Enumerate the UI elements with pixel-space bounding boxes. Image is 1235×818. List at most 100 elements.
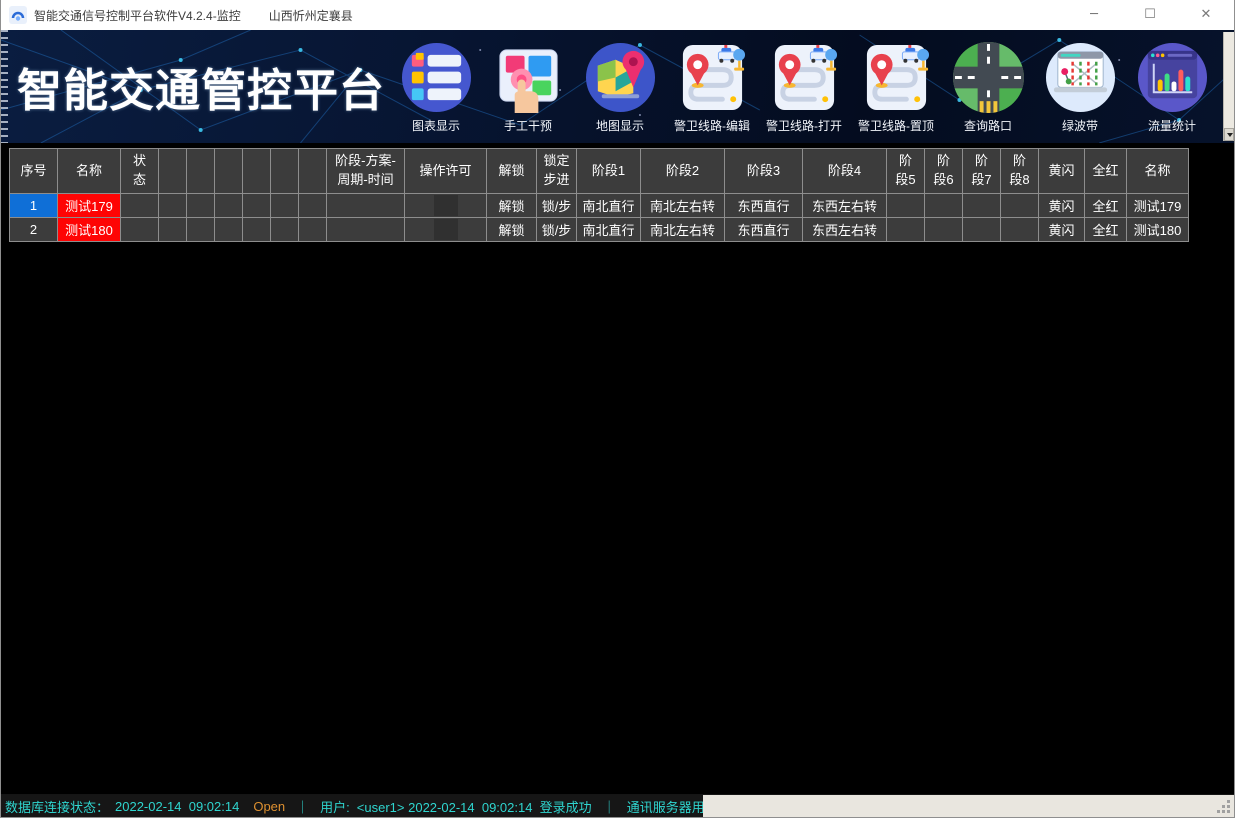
tool-chart-display[interactable]: 图表显示 (390, 42, 482, 134)
tool-map-display[interactable]: 地图显示 (574, 42, 666, 134)
db-status-label: 数据库连接状态： (5, 797, 109, 816)
db-status-time: 2022-02-14 09:02:14 (115, 799, 239, 814)
titlebar: 智能交通信号控制平台软件V4.2.4-监控 山西忻州定襄县 ─ ☐ ✕ (1, 0, 1234, 30)
stage1-cell: 南北直行 (577, 194, 641, 218)
stage2-cell: 南北左右转 (641, 194, 725, 218)
close-button[interactable]: ✕ (1178, 0, 1234, 30)
guard-route-top-icon (861, 42, 932, 113)
col-empty (159, 149, 187, 194)
stage3-cell: 东西直行 (725, 194, 803, 218)
app-icon (9, 6, 27, 24)
platform-brand: 智能交通管控平台 (1, 54, 385, 119)
toolbar-scrollbar[interactable] (1223, 32, 1234, 141)
permit-indicator (434, 195, 458, 216)
status-cell (121, 218, 159, 242)
green-wave-icon (1045, 42, 1116, 113)
comm-server-label: 通讯服务器用户状态: (627, 797, 703, 816)
name2-cell: 测试180 (1127, 218, 1189, 242)
maximize-button[interactable]: ☐ (1122, 0, 1178, 30)
empty-cell (243, 218, 271, 242)
col-stage8: 阶 段8 (1001, 149, 1039, 194)
col-empty (187, 149, 215, 194)
application-window: 智能交通信号控制平台软件V4.2.4-监控 山西忻州定襄县 ─ ☐ ✕ (0, 0, 1235, 818)
tool-label: 图表显示 (412, 117, 460, 134)
tool-guard-route-top[interactable]: 警卫线路-置顶 (850, 42, 942, 134)
col-status: 状 态 (121, 149, 159, 194)
empty-cell (1001, 194, 1039, 218)
tool-guard-route-edit[interactable]: 警卫线路-编辑 (666, 42, 758, 134)
map-pin-icon (585, 42, 656, 113)
col-name: 名称 (58, 149, 121, 194)
table-row[interactable]: 2 测试180 解锁 锁/步 南北直行 南北左右转 东西直行 东西左右转 (10, 218, 1189, 242)
col-yellow-flash: 黄闪 (1039, 149, 1085, 194)
seq-cell-selected[interactable]: 1 (10, 194, 58, 218)
empty-cell (1001, 218, 1039, 242)
tool-green-wave[interactable]: 绿波带 (1034, 42, 1126, 134)
empty-cell (187, 218, 215, 242)
tool-manual-intervention[interactable]: 手工干预 (482, 42, 574, 134)
col-empty (271, 149, 299, 194)
empty-cell (925, 194, 963, 218)
tool-query-crossing[interactable]: 查询路口 (942, 42, 1034, 134)
permit-cell (405, 194, 487, 218)
unlock-cell[interactable]: 解锁 (487, 218, 537, 242)
window-title: 智能交通信号控制平台软件V4.2.4-监控 (34, 7, 241, 24)
col-lock-step: 锁定 步进 (537, 149, 577, 194)
empty-cell (299, 194, 327, 218)
lock-step-cell[interactable]: 锁/步 (537, 218, 577, 242)
permit-indicator (434, 219, 458, 240)
yellow-flash-cell[interactable]: 黄闪 (1039, 194, 1085, 218)
permit-cell (405, 218, 487, 242)
chart-list-icon (401, 42, 472, 113)
stage1-cell: 南北直行 (577, 218, 641, 242)
unlock-cell[interactable]: 解锁 (487, 194, 537, 218)
separator: ｜ (603, 797, 616, 816)
guard-route-open-icon (769, 42, 840, 113)
stage-plan-cell (327, 218, 405, 242)
empty-cell (243, 194, 271, 218)
seq-cell[interactable]: 2 (10, 218, 58, 242)
window-controls: ─ ☐ ✕ (1066, 0, 1234, 30)
stage2-cell: 南北左右转 (641, 218, 725, 242)
col-empty (299, 149, 327, 194)
empty-cell (887, 194, 925, 218)
tool-label: 流量统计 (1148, 117, 1196, 134)
tool-guard-route-open[interactable]: 警卫线路-打开 (758, 42, 850, 134)
name-cell[interactable]: 测试180 (58, 218, 121, 242)
resize-grip[interactable] (1227, 810, 1230, 813)
empty-cell (159, 218, 187, 242)
guard-route-edit-icon (677, 42, 748, 113)
col-stage3: 阶段3 (725, 149, 803, 194)
hand-touch-icon (493, 42, 564, 113)
tool-label: 手工干预 (504, 117, 552, 134)
stage4-cell: 东西左右转 (803, 194, 887, 218)
empty-cell (159, 194, 187, 218)
lock-step-cell[interactable]: 锁/步 (537, 194, 577, 218)
col-stage7: 阶 段7 (963, 149, 1001, 194)
empty-cell (271, 194, 299, 218)
name-cell[interactable]: 测试179 (58, 194, 121, 218)
scroll-down-button[interactable] (1224, 128, 1234, 141)
user-label: 用户: (320, 797, 350, 816)
stage3-cell: 东西直行 (725, 218, 803, 242)
all-red-cell[interactable]: 全红 (1085, 194, 1127, 218)
tool-label: 绿波带 (1062, 117, 1098, 134)
status-cell (121, 194, 159, 218)
empty-cell (215, 218, 243, 242)
empty-cell (963, 194, 1001, 218)
col-empty (243, 149, 271, 194)
minimize-button[interactable]: ─ (1066, 0, 1122, 30)
col-all-red: 全红 (1085, 149, 1127, 194)
stage-plan-cell (327, 194, 405, 218)
col-stage4: 阶段4 (803, 149, 887, 194)
toolbar: 图表显示 手工干预 (390, 40, 1234, 134)
signal-table: 序号 名称 状 态 阶段-方案- 周期-时间 操作许可 解锁 锁定 步进 阶段1… (9, 148, 1189, 242)
table-row[interactable]: 1 测试179 解锁 锁/步 南北直行 南北左右转 东西直行 东西左右转 (10, 194, 1189, 218)
tool-label: 警卫线路-编辑 (674, 117, 750, 134)
all-red-cell[interactable]: 全红 (1085, 218, 1127, 242)
banner: 智能交通管控平台 图表显示 (1, 30, 1234, 143)
main-area: 序号 名称 状 态 阶段-方案- 周期-时间 操作许可 解锁 锁定 步进 阶段1… (1, 143, 1234, 794)
yellow-flash-cell[interactable]: 黄闪 (1039, 218, 1085, 242)
col-name2: 名称 (1127, 149, 1189, 194)
tool-flow-statistics[interactable]: 流量统计 (1126, 42, 1218, 134)
